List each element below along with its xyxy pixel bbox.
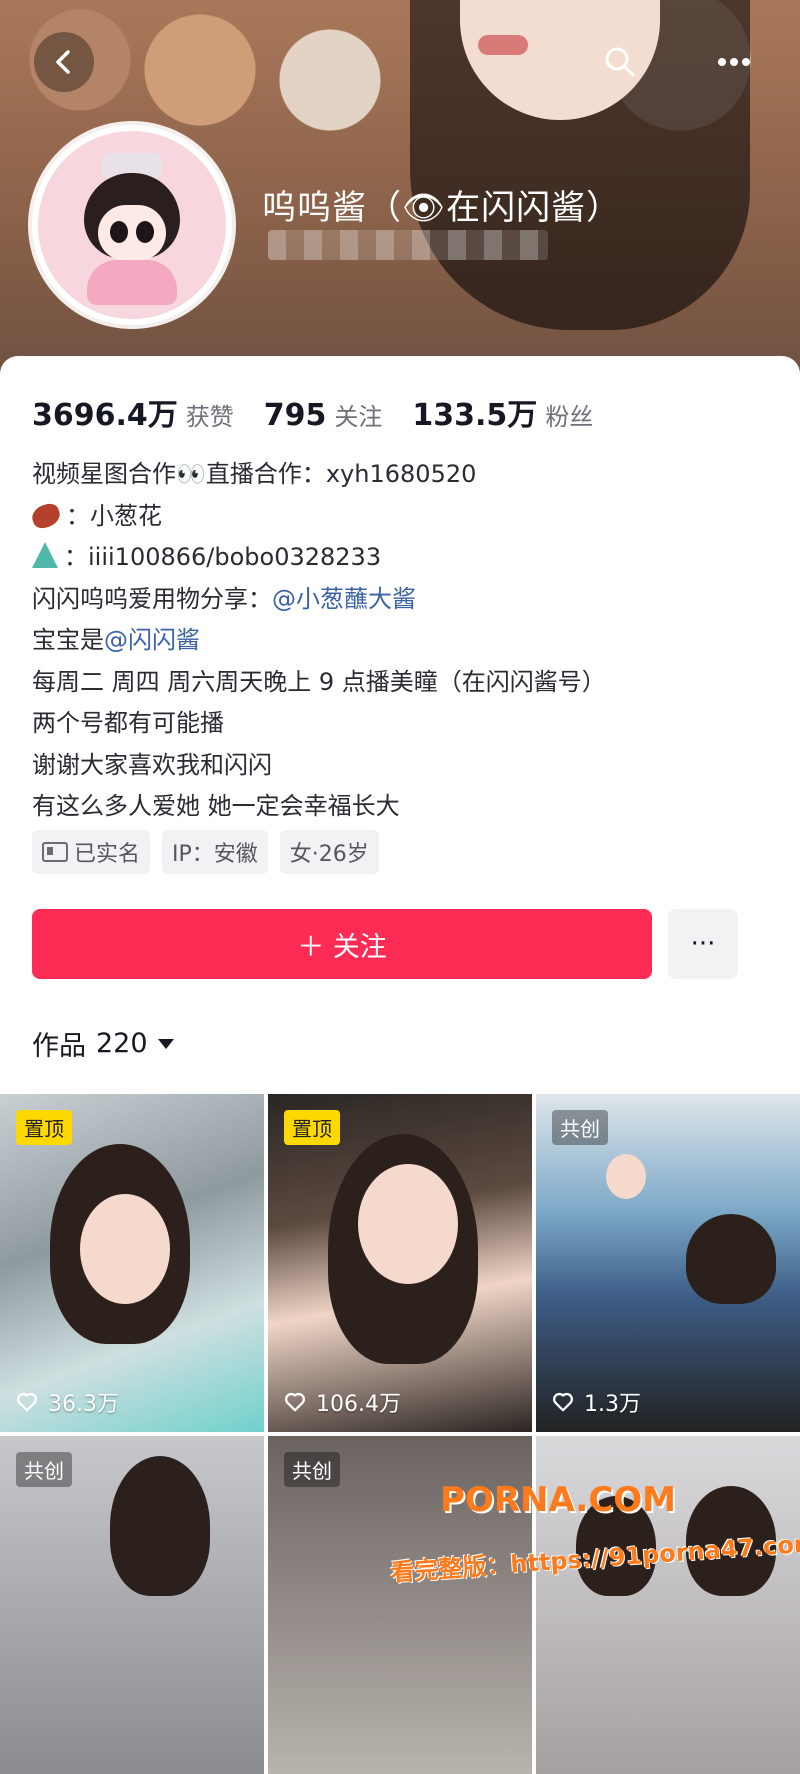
heart-icon xyxy=(553,1392,573,1412)
search-button[interactable] xyxy=(590,32,650,92)
video-photo xyxy=(110,1456,210,1596)
works-label: 作品 xyxy=(32,1031,86,1062)
watermark-brand: PORNA.COM xyxy=(440,1480,677,1520)
bio-line: 有这么多人爱她 她一定会幸福长大 xyxy=(32,792,400,820)
bio-line-text: ：小葱花 xyxy=(66,501,162,530)
more-options-button[interactable] xyxy=(704,32,764,92)
avatar-eye xyxy=(110,221,128,243)
header-photo-detail xyxy=(478,35,528,55)
profile-name: 呜呜酱（👁在闪闪酱） xyxy=(262,188,622,228)
bio-line: 谢谢大家喜欢我和闪闪 xyxy=(32,750,272,779)
chevron-left-icon xyxy=(56,50,70,74)
likes-value: 106.4万 xyxy=(316,1392,401,1417)
tag-label: IP：安徽 xyxy=(172,842,258,867)
sweet-potato-icon xyxy=(29,500,63,531)
bio-line: 视频星图合作👀直播合作：xyh1680520 xyxy=(32,460,477,488)
video-likes: 36.3万 xyxy=(16,1386,119,1418)
mention-link[interactable]: @闪闪酱 xyxy=(104,626,200,654)
collab-badge: 共创 xyxy=(552,1110,608,1145)
search-icon xyxy=(605,47,635,77)
follow-label: ＋ 关注 xyxy=(297,931,387,963)
works-count: 220 xyxy=(96,1028,148,1059)
bio: 视频星图合作👀直播合作：xyh1680520 ：小葱花 ：iiii100866/… xyxy=(29,454,606,828)
bio-line: ：iiii100866/bobo0328233 xyxy=(32,537,606,579)
video-tile[interactable]: 共创 1.3万 xyxy=(536,1094,800,1432)
following-label[interactable]: 关注 xyxy=(334,397,382,432)
blurred-user-id xyxy=(268,230,548,260)
follow-button[interactable]: ＋ 关注 xyxy=(32,909,652,979)
id-card-icon xyxy=(42,842,68,862)
video-likes: 106.4万 xyxy=(284,1386,401,1418)
verified-tag: 已实名 xyxy=(32,830,151,874)
gender-age-tag: 女·26岁 xyxy=(279,830,379,874)
bio-line: 闪闪呜呜爱用物分享：@小葱蘸大酱 xyxy=(32,579,606,621)
more-dots-icon: ··· xyxy=(690,929,716,959)
following-count[interactable]: 795 xyxy=(264,398,327,433)
works-tab[interactable]: 作品 220 xyxy=(32,1024,174,1063)
followers-count[interactable]: 133.5万 xyxy=(412,390,537,434)
video-photo xyxy=(358,1164,458,1284)
avatar-body xyxy=(87,260,177,305)
profile-header: 呜呜酱（👁在闪闪酱） xyxy=(0,0,800,400)
back-button[interactable] xyxy=(34,32,94,92)
more-dots-icon xyxy=(718,58,750,66)
bio-line-text: ：iiii100866/bobo0328233 xyxy=(64,543,382,571)
profile-tags: 已实名 IP：安徽 女·26岁 xyxy=(32,830,379,874)
video-tile[interactable]: 置顶 36.3万 xyxy=(0,1094,264,1432)
tag-label: 女·26岁 xyxy=(289,842,369,867)
follow-more-button[interactable]: ··· xyxy=(668,909,738,979)
ip-tag: IP：安徽 xyxy=(162,830,268,874)
bio-line: 每周二 周四 周六周天晚上 9 点播美瞳（在闪闪酱号） xyxy=(32,667,606,696)
avatar-face xyxy=(98,205,166,261)
video-likes: 1.3万 xyxy=(552,1386,641,1418)
collab-badge: 共创 xyxy=(284,1452,340,1487)
likes-label: 获赞 xyxy=(185,403,234,431)
avatar[interactable] xyxy=(32,125,232,325)
caret-down-icon xyxy=(157,1038,174,1049)
bio-line-text: 闪闪呜呜爱用物分享： xyxy=(32,584,272,613)
stats-row: 3696.4万 获赞 795 关注 133.5万 粉丝 xyxy=(32,390,623,434)
dress-icon xyxy=(32,542,58,568)
video-tile[interactable]: 置顶 106.4万 xyxy=(268,1094,532,1432)
video-photo xyxy=(686,1214,776,1304)
likes-value: 1.3万 xyxy=(584,1392,641,1417)
heart-icon xyxy=(285,1392,305,1412)
collab-badge: 共创 xyxy=(16,1452,72,1487)
pinned-badge: 置顶 xyxy=(284,1110,340,1145)
video-tile[interactable]: 共创 xyxy=(0,1436,264,1774)
bio-line: 宝宝是@闪闪酱 xyxy=(32,620,606,662)
tag-label: 已实名 xyxy=(74,842,141,867)
followers-label[interactable]: 粉丝 xyxy=(545,397,593,432)
video-photo xyxy=(80,1194,170,1304)
bio-line: 两个号都有可能播 xyxy=(32,709,224,737)
pinned-badge: 置顶 xyxy=(16,1110,72,1145)
heart-icon xyxy=(17,1392,37,1412)
mention-link[interactable]: @小葱蘸大酱 xyxy=(272,585,416,613)
bio-line: ：小葱花 xyxy=(29,496,606,538)
avatar-eye xyxy=(136,221,154,243)
bio-line-text: 宝宝是 xyxy=(32,626,104,654)
likes-count: 3696.4万 xyxy=(32,398,178,433)
likes-value: 36.3万 xyxy=(48,1392,119,1417)
video-photo xyxy=(606,1154,646,1199)
